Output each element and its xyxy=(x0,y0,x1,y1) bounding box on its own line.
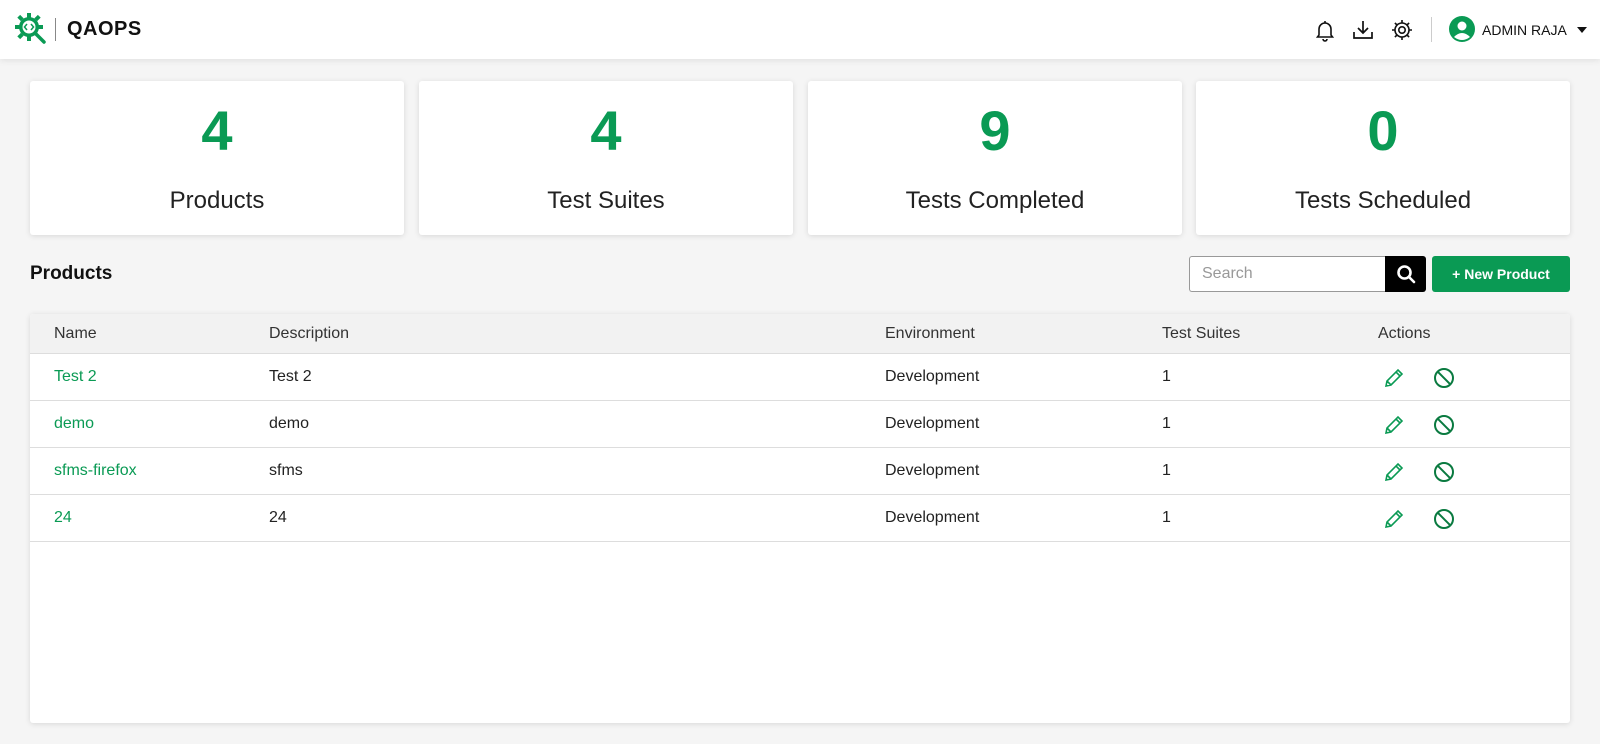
product-test-suites: 1 xyxy=(1162,415,1171,432)
product-name-link[interactable]: 24 xyxy=(54,509,72,527)
stat-value: 4 xyxy=(590,99,622,162)
products-table: Name Description Environment Test Suites… xyxy=(30,314,1570,723)
product-test-suites: 1 xyxy=(1162,462,1171,479)
user-name: ADMIN RAJA xyxy=(1482,22,1567,38)
table-row: sfms-firefox sfms Development 1 xyxy=(30,448,1570,495)
product-test-suites: 1 xyxy=(1162,509,1171,526)
new-product-button[interactable]: + New Product xyxy=(1432,256,1570,292)
section-title: Products xyxy=(30,263,113,284)
product-name-link[interactable]: Test 2 xyxy=(54,368,97,386)
disable-ban-icon[interactable] xyxy=(1432,366,1456,390)
stat-label: Products xyxy=(169,187,265,214)
stat-card-products: 4 Products xyxy=(30,81,404,235)
product-name-link[interactable]: demo xyxy=(54,415,94,433)
table-row: Test 2 Test 2 Development 1 xyxy=(30,354,1570,401)
product-environment: Development xyxy=(885,509,980,526)
header-divider xyxy=(1431,17,1432,42)
edit-pencil-icon[interactable] xyxy=(1382,460,1406,484)
stat-value: 9 xyxy=(979,99,1011,162)
user-avatar-icon xyxy=(1449,16,1475,42)
product-environment: Development xyxy=(885,368,980,385)
disable-ban-icon[interactable] xyxy=(1432,460,1456,484)
stat-value: 4 xyxy=(201,99,233,162)
stat-card-tests-scheduled: 0 Tests Scheduled xyxy=(1196,81,1570,235)
gear-icon[interactable] xyxy=(1390,18,1414,42)
product-test-suites: 1 xyxy=(1162,368,1171,385)
product-environment: Development xyxy=(885,415,980,432)
edit-pencil-icon[interactable] xyxy=(1382,413,1406,437)
bell-icon[interactable] xyxy=(1313,18,1337,42)
stat-card-test-suites: 4 Test Suites xyxy=(419,81,793,235)
column-header-actions: Actions xyxy=(1378,325,1431,342)
column-header-description[interactable]: Description xyxy=(269,325,349,343)
stat-value: 0 xyxy=(1367,99,1399,162)
table-row: 24 24 Development 1 xyxy=(30,495,1570,542)
product-environment: Development xyxy=(885,462,980,479)
column-header-name[interactable]: Name xyxy=(54,325,97,343)
stat-label: Tests Scheduled xyxy=(1294,187,1472,214)
column-header-test-suites[interactable]: Test Suites xyxy=(1162,325,1240,343)
top-navbar: QAOPS ADMIN RAJA xyxy=(0,0,1600,59)
product-description: demo xyxy=(269,415,310,432)
gear-code-search-icon[interactable] xyxy=(15,13,47,45)
product-name-link[interactable]: sfms-firefox xyxy=(54,462,137,480)
product-description: sfms xyxy=(269,462,303,479)
table-row: demo demo Development 1 xyxy=(30,401,1570,448)
search-button[interactable] xyxy=(1385,256,1426,292)
disable-ban-icon[interactable] xyxy=(1432,413,1456,437)
stat-label: Tests Completed xyxy=(905,187,1085,214)
search-input[interactable] xyxy=(1189,256,1385,292)
chevron-down-icon xyxy=(1577,27,1587,33)
search-icon xyxy=(1397,265,1416,284)
user-menu[interactable]: ADMIN RAJA xyxy=(1449,16,1594,43)
product-description: Test 2 xyxy=(269,368,312,385)
download-icon[interactable] xyxy=(1351,18,1375,42)
edit-pencil-icon[interactable] xyxy=(1382,507,1406,531)
logo-divider xyxy=(55,18,56,41)
disable-ban-icon[interactable] xyxy=(1432,507,1456,531)
edit-pencil-icon[interactable] xyxy=(1382,366,1406,390)
table-header: Name Description Environment Test Suites… xyxy=(30,314,1570,354)
column-header-environment[interactable]: Environment xyxy=(885,325,975,343)
stat-card-tests-completed: 9 Tests Completed xyxy=(808,81,1182,235)
stat-label: Test Suites xyxy=(547,187,665,214)
product-description: 24 xyxy=(269,509,287,526)
brand-name[interactable]: QAOPS xyxy=(67,18,142,41)
